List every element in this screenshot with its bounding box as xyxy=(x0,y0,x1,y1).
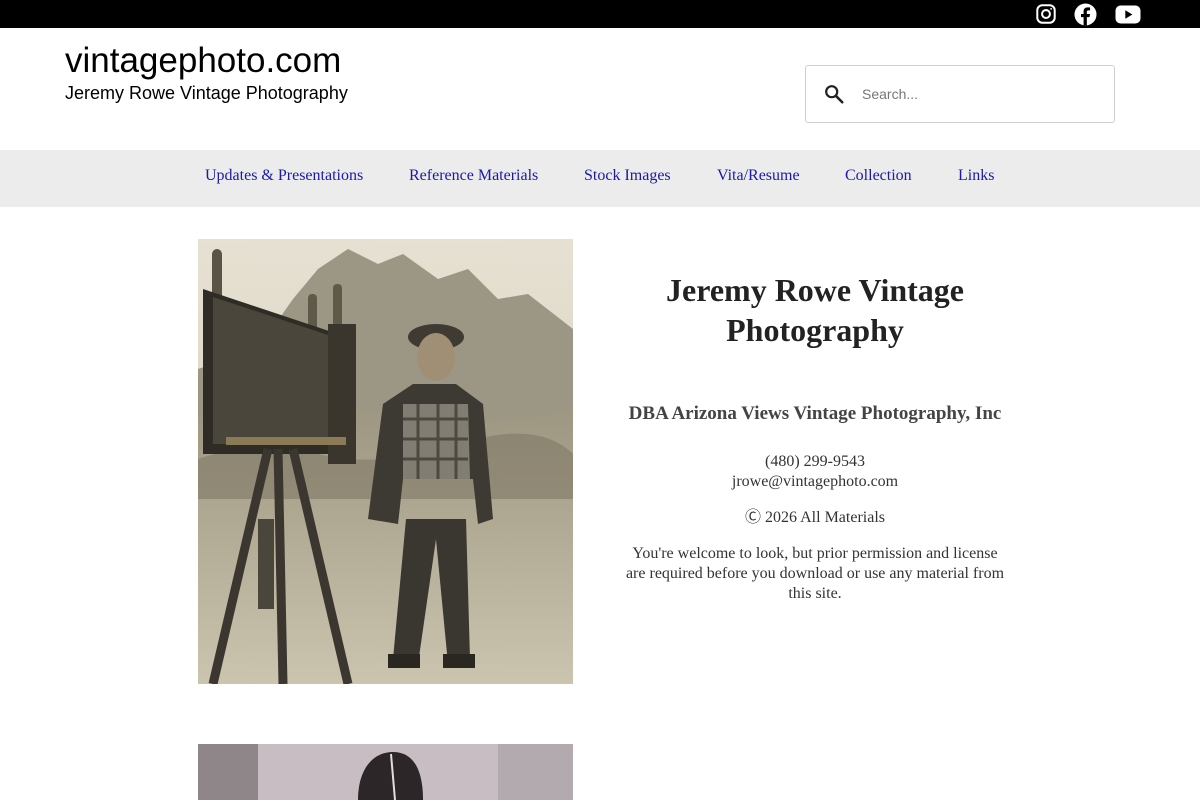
site-header: vintagephoto.com Jeremy Rowe Vintage Pho… xyxy=(0,28,1200,150)
nav-vita-resume[interactable]: Vita/Resume xyxy=(717,166,800,186)
search-input[interactable] xyxy=(862,82,1102,106)
photographer-with-camera-photo xyxy=(198,239,573,684)
nav-reference-materials[interactable]: Reference Materials xyxy=(409,166,538,186)
email-address: jrowe@vintagephoto.com xyxy=(731,473,899,490)
nav-stock-images[interactable]: Stock Images xyxy=(584,166,671,186)
nav-collection[interactable]: Collection xyxy=(845,166,912,186)
phone-number: (480) 299-9543 xyxy=(765,453,865,470)
instagram-icon[interactable] xyxy=(1034,2,1058,26)
site-title[interactable]: vintagephoto.com xyxy=(65,41,341,81)
dba-name: DBA Arizona Views Vintage Photography, I… xyxy=(628,403,1002,424)
site-tagline: Jeremy Rowe Vintage Photography xyxy=(65,83,348,103)
youtube-icon[interactable] xyxy=(1114,2,1141,26)
nav-updates-presentations[interactable]: Updates & Presentations xyxy=(205,166,363,186)
top-social-bar xyxy=(0,0,1200,28)
second-vintage-photo xyxy=(198,744,573,800)
usage-notice: You're welcome to look, but prior permis… xyxy=(625,545,1005,602)
page-title: Jeremy Rowe Vintage Photography xyxy=(666,272,964,348)
copyright-notice: Ⓒ 2026 All Materials xyxy=(745,509,885,526)
nav-links[interactable]: Links xyxy=(958,166,994,186)
business-info: Jeremy Rowe Vintage Photography DBA Ariz… xyxy=(615,270,1015,604)
search-icon[interactable] xyxy=(823,83,845,105)
search-box xyxy=(805,65,1115,123)
facebook-icon[interactable] xyxy=(1073,2,1097,26)
main-nav: Updates & Presentations Reference Materi… xyxy=(0,150,1200,207)
